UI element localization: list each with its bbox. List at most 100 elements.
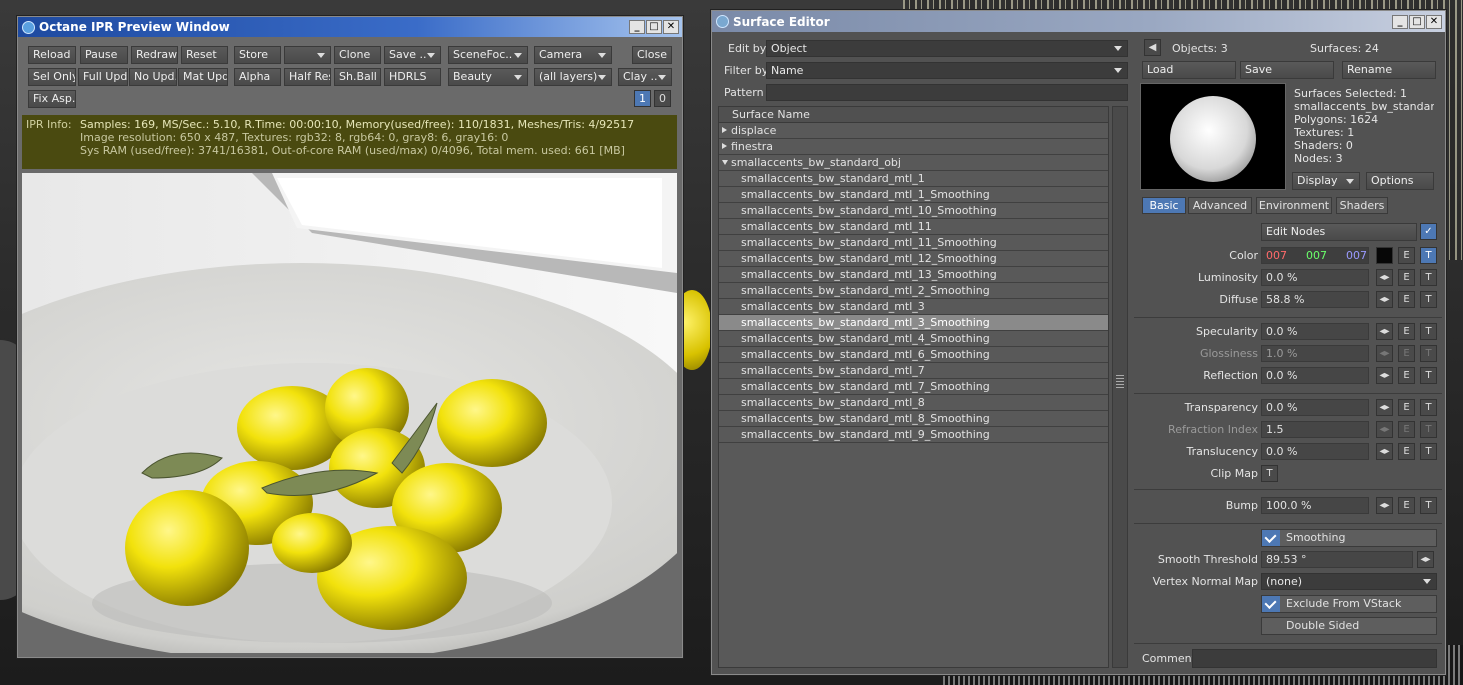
- surface-editor-titlebar[interactable]: Surface Editor _ □ ✕: [712, 11, 1445, 32]
- mat-upd-button[interactable]: Mat Upd: [178, 68, 228, 86]
- save-button[interactable]: Save: [1240, 61, 1334, 79]
- translucency-input[interactable]: 0.0 %: [1261, 443, 1369, 460]
- scene-focus-dropdown[interactable]: SceneFoc..: [448, 46, 528, 64]
- refraction-stepper-icon[interactable]: ◂▸: [1376, 421, 1393, 438]
- translucency-stepper-icon[interactable]: ◂▸: [1376, 443, 1393, 460]
- reflection-texture-button[interactable]: T: [1420, 367, 1437, 384]
- close-button[interactable]: Close: [632, 46, 672, 64]
- save-dropdown[interactable]: Save ..: [384, 46, 441, 64]
- full-upd-button[interactable]: Full Upd.: [78, 68, 128, 86]
- clip-map-texture-button[interactable]: T: [1261, 465, 1278, 482]
- surface-item[interactable]: smallaccents_bw_standard_mtl_8: [719, 395, 1108, 411]
- smoothing-checkbox[interactable]: Smoothing: [1261, 529, 1437, 547]
- transparency-envelope-button[interactable]: E: [1398, 399, 1415, 416]
- diffuse-texture-button[interactable]: T: [1420, 291, 1437, 308]
- surface-item[interactable]: smallaccents_bw_standard_mtl_11_Smoothin…: [719, 235, 1108, 251]
- glossiness-stepper-icon[interactable]: ◂▸: [1376, 345, 1393, 362]
- transparency-stepper-icon[interactable]: ◂▸: [1376, 399, 1393, 416]
- clone-button[interactable]: Clone: [334, 46, 381, 64]
- badge-0[interactable]: 0: [654, 90, 671, 107]
- reset-button[interactable]: Reset: [181, 46, 228, 64]
- store-button[interactable]: Store: [234, 46, 281, 64]
- surface-item[interactable]: smallaccents_bw_standard_mtl_1: [719, 171, 1108, 187]
- tab-basic[interactable]: Basic: [1142, 197, 1186, 214]
- reflection-stepper-icon[interactable]: ◂▸: [1376, 367, 1393, 384]
- color-field[interactable]: 007 007 007: [1261, 247, 1369, 264]
- tab-shaders[interactable]: Shaders: [1336, 197, 1388, 214]
- translucency-envelope-button[interactable]: E: [1398, 443, 1415, 460]
- luminosity-envelope-button[interactable]: E: [1398, 269, 1415, 286]
- surface-item[interactable]: smallaccents_bw_standard_mtl_1_Smoothing: [719, 187, 1108, 203]
- minimize-icon[interactable]: _: [1392, 14, 1408, 29]
- luminosity-input[interactable]: 0.0 %: [1261, 269, 1369, 286]
- surface-item[interactable]: smallaccents_bw_standard_mtl_7_Smoothing: [719, 379, 1108, 395]
- surface-item[interactable]: smallaccents_bw_standard_mtl_2_Smoothing: [719, 283, 1108, 299]
- maximize-icon[interactable]: □: [646, 20, 662, 34]
- specularity-envelope-button[interactable]: E: [1398, 323, 1415, 340]
- surface-item-selected[interactable]: smallaccents_bw_standard_mtl_3_Smoothing: [719, 315, 1108, 331]
- surface-item[interactable]: smallaccents_bw_standard_mtl_3: [719, 299, 1108, 315]
- reflection-input[interactable]: 0.0 %: [1261, 367, 1369, 384]
- luminosity-stepper-icon[interactable]: ◂▸: [1376, 269, 1393, 286]
- bump-input[interactable]: 100.0 %: [1261, 497, 1369, 514]
- redraw-button[interactable]: Redraw: [131, 46, 178, 64]
- alpha-button[interactable]: Alpha: [234, 68, 281, 86]
- double-sided-checkbox[interactable]: Double Sided: [1261, 617, 1437, 635]
- edit-nodes-button[interactable]: Edit Nodes: [1261, 223, 1417, 241]
- glossiness-envelope-button[interactable]: E: [1398, 345, 1415, 362]
- diffuse-stepper-icon[interactable]: ◂▸: [1376, 291, 1393, 308]
- pattern-input[interactable]: [766, 84, 1128, 101]
- load-button[interactable]: Load: [1142, 61, 1236, 79]
- surface-item[interactable]: smallaccents_bw_standard_mtl_6_Smoothing: [719, 347, 1108, 363]
- sel-only-button[interactable]: Sel Only: [28, 68, 76, 86]
- refraction-envelope-button[interactable]: E: [1398, 421, 1415, 438]
- transparency-input[interactable]: 0.0 %: [1261, 399, 1369, 416]
- store-slot-dropdown[interactable]: [284, 46, 331, 64]
- surface-item[interactable]: smallaccents_bw_standard_mtl_7: [719, 363, 1108, 379]
- refraction-index-input[interactable]: 1.5: [1261, 421, 1369, 438]
- clay-dropdown[interactable]: Clay ..: [618, 68, 672, 86]
- surface-item[interactable]: smallaccents_bw_standard_mtl_8_Smoothing: [719, 411, 1108, 427]
- bump-stepper-icon[interactable]: ◂▸: [1376, 497, 1393, 514]
- collapse-left-icon[interactable]: ◀: [1144, 39, 1161, 56]
- surface-preview[interactable]: [1140, 83, 1286, 190]
- specularity-input[interactable]: 0.0 %: [1261, 323, 1369, 340]
- close-icon[interactable]: ✕: [1426, 14, 1442, 29]
- translucency-texture-button[interactable]: T: [1420, 443, 1437, 460]
- display-dropdown[interactable]: Display: [1292, 172, 1360, 190]
- reflection-envelope-button[interactable]: E: [1398, 367, 1415, 384]
- surface-item[interactable]: smallaccents_bw_standard_mtl_12_Smoothin…: [719, 251, 1108, 267]
- refraction-texture-button[interactable]: T: [1420, 421, 1437, 438]
- surface-item[interactable]: smallaccents_bw_standard_mtl_4_Smoothing: [719, 331, 1108, 347]
- surface-name-header[interactable]: Surface Name: [719, 107, 1108, 123]
- camera-dropdown[interactable]: Camera: [534, 46, 612, 64]
- half-res-button[interactable]: Half Res: [284, 68, 331, 86]
- specularity-stepper-icon[interactable]: ◂▸: [1376, 323, 1393, 340]
- ipr-titlebar[interactable]: Octane IPR Preview Window _ □ ✕: [18, 17, 682, 37]
- glossiness-input[interactable]: 1.0 %: [1261, 345, 1369, 362]
- vertex-normal-map-dropdown[interactable]: (none): [1261, 573, 1437, 590]
- color-texture-button[interactable]: T: [1420, 247, 1437, 264]
- exclude-vstack-checkbox[interactable]: Exclude From VStack: [1261, 595, 1437, 613]
- layers-dropdown[interactable]: (all layers): [534, 68, 612, 86]
- no-upd-button[interactable]: No Upd.: [129, 68, 177, 86]
- filter-by-dropdown[interactable]: Name: [766, 62, 1128, 79]
- tab-advanced[interactable]: Advanced: [1188, 197, 1252, 214]
- glossiness-texture-button[interactable]: T: [1420, 345, 1437, 362]
- color-swatch[interactable]: [1376, 247, 1393, 264]
- surface-item[interactable]: smallaccents_bw_standard_mtl_13_Smoothin…: [719, 267, 1108, 283]
- surface-item[interactable]: smallaccents_bw_standard_mtl_11: [719, 219, 1108, 235]
- sh-ball-button[interactable]: Sh.Ball: [334, 68, 381, 86]
- maximize-icon[interactable]: □: [1409, 14, 1425, 29]
- comment-input[interactable]: [1192, 649, 1437, 668]
- fix-aspect-button[interactable]: Fix Asp.: [28, 90, 76, 108]
- render-preview[interactable]: [22, 173, 677, 653]
- smooth-threshold-stepper-icon[interactable]: ◂▸: [1417, 551, 1434, 568]
- bump-texture-button[interactable]: T: [1420, 497, 1437, 514]
- edit-by-dropdown[interactable]: Object: [766, 40, 1128, 57]
- options-button[interactable]: Options: [1366, 172, 1434, 190]
- surface-group[interactable]: finestra: [719, 139, 1108, 155]
- surface-group[interactable]: smallaccents_bw_standard_obj: [719, 155, 1108, 171]
- pause-button[interactable]: Pause: [80, 46, 128, 64]
- diffuse-envelope-button[interactable]: E: [1398, 291, 1415, 308]
